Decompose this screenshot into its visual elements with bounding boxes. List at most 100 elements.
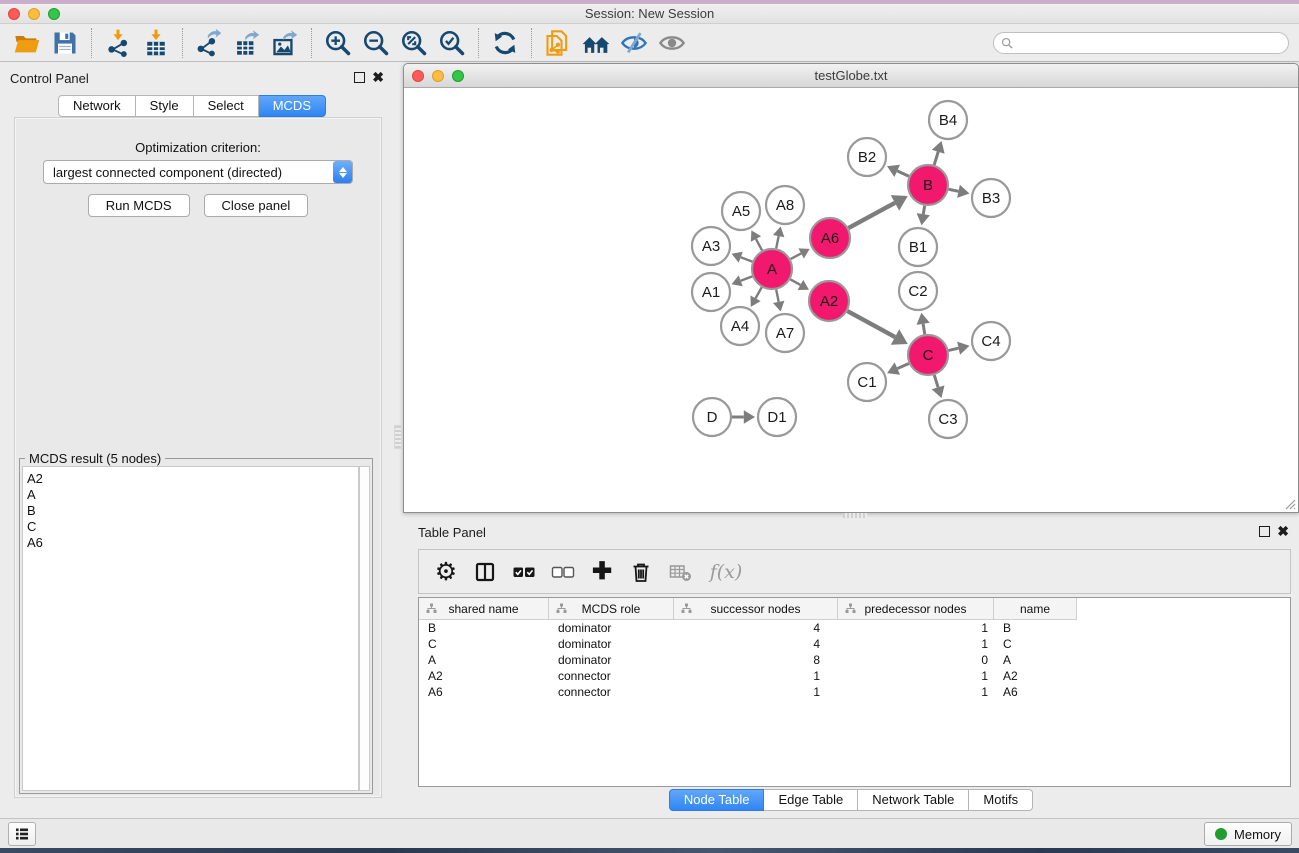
- control-panel-tabs: NetworkStyleSelectMCDS: [0, 95, 384, 117]
- gear-icon[interactable]: ⚙: [431, 557, 461, 587]
- tab-style[interactable]: Style: [136, 95, 194, 117]
- table-panel-title: Table Panel: [418, 525, 486, 540]
- edge-B-B1[interactable]: [923, 206, 924, 214]
- zoom-in-icon[interactable]: [319, 26, 357, 60]
- tab-mcds[interactable]: MCDS: [259, 95, 326, 117]
- table-row[interactable]: A2connector11A2: [419, 668, 1290, 684]
- export-table-icon[interactable]: [228, 26, 266, 60]
- result-item[interactable]: A: [27, 487, 358, 503]
- column-header-mcds-role[interactable]: MCDS role: [549, 598, 674, 620]
- edge-A2-C[interactable]: [847, 311, 895, 337]
- edge-A-A4[interactable]: [756, 287, 762, 298]
- clone-network-document-icon[interactable]: [539, 26, 577, 60]
- float-panel-icon[interactable]: [354, 72, 365, 83]
- cell-shared-name: A6: [419, 685, 549, 699]
- close-table-panel-icon[interactable]: ✖: [1277, 524, 1289, 539]
- import-table-icon[interactable]: [137, 26, 175, 60]
- vertical-split-handle[interactable]: [394, 425, 402, 449]
- table-row[interactable]: A6connector11A6: [419, 684, 1290, 700]
- trash-icon[interactable]: [626, 557, 656, 587]
- edge-C-C3[interactable]: [934, 375, 938, 387]
- network-canvas[interactable]: AA1A2A3A4A5A6A7A8BB1B2B3B4CC1C2C3C4DD1: [404, 88, 1298, 512]
- optimization-criterion-label: Optimization criterion:: [15, 140, 381, 155]
- cell-mcds-role: dominator: [549, 621, 674, 635]
- cell-successor-nodes: 1: [674, 685, 838, 699]
- edge-C-C4[interactable]: [948, 348, 958, 350]
- edge-A-A5[interactable]: [756, 239, 762, 250]
- cell-predecessor-nodes: 1: [838, 637, 994, 651]
- tab-select[interactable]: Select: [194, 95, 259, 117]
- add-icon[interactable]: ✚: [587, 557, 617, 587]
- cell-predecessor-nodes: 1: [838, 669, 994, 683]
- save-floppy-icon[interactable]: [46, 26, 84, 60]
- result-scrollbar[interactable]: [359, 466, 370, 791]
- cell-name: A: [994, 653, 1077, 667]
- column-header-successor-nodes[interactable]: successor nodes: [674, 598, 838, 620]
- edge-B-B2[interactable]: [897, 171, 909, 176]
- table-row[interactable]: Cdominator41C: [419, 636, 1290, 652]
- result-item[interactable]: C: [27, 519, 358, 535]
- tab-node-table[interactable]: Node Table: [669, 789, 765, 811]
- close-panel-button[interactable]: Close panel: [204, 194, 309, 217]
- task-history-button[interactable]: [8, 822, 36, 846]
- edge-C-C2[interactable]: [923, 324, 925, 334]
- delete-table-icon[interactable]: [665, 557, 695, 587]
- node-label-A4: A4: [731, 318, 749, 335]
- edge-A-A3[interactable]: [741, 257, 753, 261]
- horizontal-split-handle[interactable]: [843, 513, 867, 518]
- table-row[interactable]: Bdominator41B: [419, 620, 1290, 636]
- edge-A-A8[interactable]: [776, 236, 778, 248]
- search-input[interactable]: [993, 32, 1289, 54]
- result-item[interactable]: B: [27, 503, 358, 519]
- node-table[interactable]: shared nameMCDS rolesuccessor nodesprede…: [418, 597, 1291, 787]
- zoom-selected-icon[interactable]: [433, 26, 471, 60]
- edge-A-A7[interactable]: [776, 290, 778, 302]
- houses-icon[interactable]: [577, 26, 615, 60]
- cell-name: C: [994, 637, 1077, 651]
- table-row[interactable]: Adominator80A: [419, 652, 1290, 668]
- export-image-icon[interactable]: [266, 26, 304, 60]
- resize-grip-icon[interactable]: [1282, 496, 1296, 510]
- column-header-predecessor-nodes[interactable]: predecessor nodes: [838, 598, 994, 620]
- split-columns-icon[interactable]: [470, 557, 500, 587]
- edge-A-A6[interactable]: [791, 253, 802, 259]
- mcds-result-list[interactable]: A2ABCA6: [22, 466, 359, 791]
- run-mcds-button[interactable]: Run MCDS: [88, 194, 190, 217]
- tab-motifs[interactable]: Motifs: [969, 789, 1033, 811]
- float-table-panel-icon[interactable]: [1259, 526, 1270, 537]
- edge-A-A1[interactable]: [741, 276, 753, 280]
- deselect-all-checkboxes-icon[interactable]: [548, 557, 578, 587]
- column-header-shared-name[interactable]: shared name: [419, 598, 549, 620]
- edge-A6-B[interactable]: [848, 203, 894, 228]
- tab-edge-table[interactable]: Edge Table: [764, 789, 858, 811]
- edge-B-B4[interactable]: [934, 152, 938, 165]
- node-label-A5: A5: [732, 203, 750, 220]
- eye-slash-icon[interactable]: [615, 26, 653, 60]
- tab-network-table[interactable]: Network Table: [858, 789, 969, 811]
- close-panel-icon[interactable]: ✖: [372, 70, 384, 85]
- refresh-icon[interactable]: [486, 26, 524, 60]
- zoom-out-icon[interactable]: [357, 26, 395, 60]
- tab-network[interactable]: Network: [58, 95, 136, 117]
- open-folder-icon[interactable]: [8, 26, 46, 60]
- edge-C-C1[interactable]: [897, 363, 908, 368]
- cell-shared-name: B: [419, 621, 549, 635]
- criterion-dropdown[interactable]: largest connected component (directed): [43, 160, 353, 184]
- column-header-name[interactable]: name: [994, 598, 1077, 620]
- network-window-titlebar[interactable]: testGlobe.txt: [404, 64, 1298, 88]
- result-item[interactable]: A2: [27, 471, 358, 487]
- cell-successor-nodes: 4: [674, 621, 838, 635]
- edge-B-B3[interactable]: [949, 189, 959, 191]
- import-network-icon[interactable]: [99, 26, 137, 60]
- result-item[interactable]: A6: [27, 535, 358, 551]
- cell-name: B: [994, 621, 1077, 635]
- export-network-icon[interactable]: [190, 26, 228, 60]
- zoom-fit-icon[interactable]: [395, 26, 433, 60]
- function-fx-icon[interactable]: f(x): [704, 557, 748, 587]
- memory-button[interactable]: Memory: [1204, 822, 1292, 846]
- cell-predecessor-nodes: 1: [838, 685, 994, 699]
- mcds-result-group: MCDS result (5 nodes) A2ABCA6: [19, 458, 373, 794]
- eye-icon[interactable]: [653, 26, 691, 60]
- edge-A-A2[interactable]: [790, 279, 800, 285]
- select-all-checkboxes-icon[interactable]: [509, 557, 539, 587]
